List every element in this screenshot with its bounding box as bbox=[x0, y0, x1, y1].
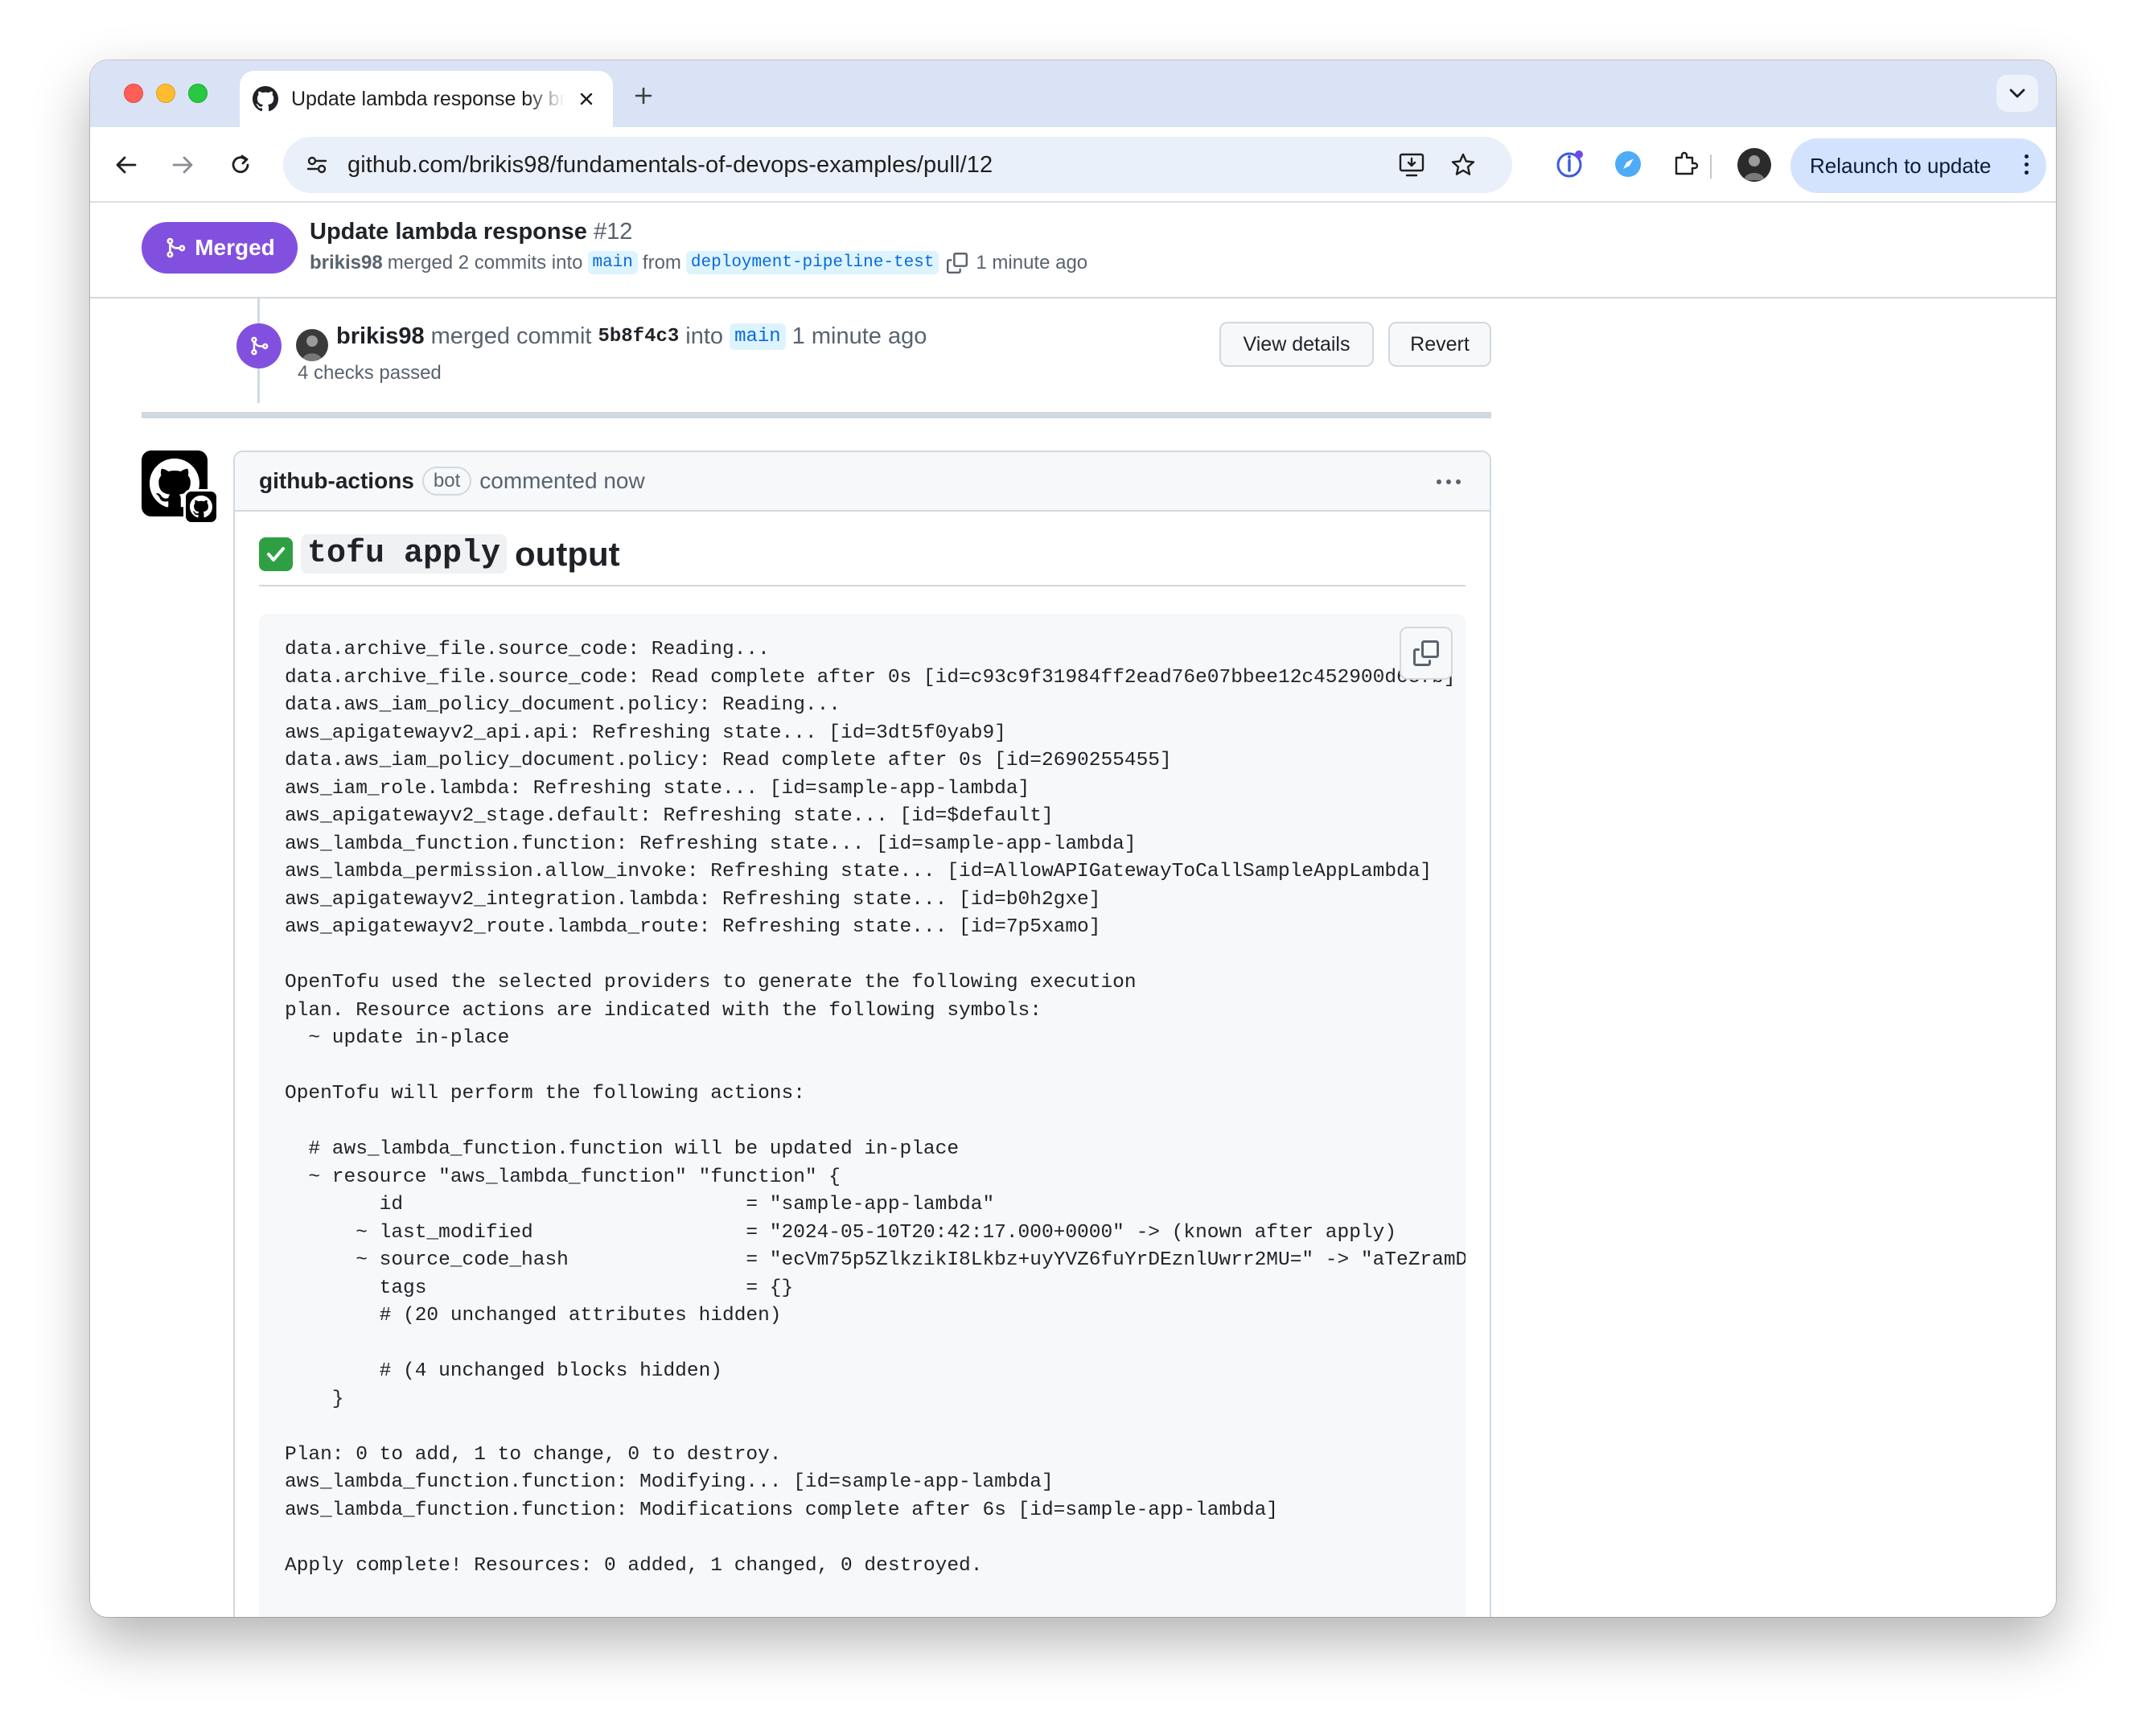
close-window-button[interactable] bbox=[124, 84, 143, 103]
heading-command: tofu apply bbox=[301, 534, 508, 574]
extension-info-icon[interactable] bbox=[1552, 146, 1588, 182]
merge-event-text: brikis98 merged commit 5b8f4c3 into main… bbox=[336, 323, 927, 350]
pr-author-link[interactable]: brikis98 bbox=[310, 252, 383, 274]
extensions-puzzle-icon[interactable] bbox=[1668, 146, 1704, 182]
pr-title: Update lambda response #12 bbox=[310, 219, 632, 245]
menu-kebab-icon[interactable] bbox=[2025, 154, 2029, 175]
tab-close-icon[interactable] bbox=[573, 85, 600, 113]
comment-time[interactable]: commented now bbox=[479, 468, 644, 494]
tab-title: Update lambda response by brikis98 bbox=[291, 87, 565, 110]
pr-number: #12 bbox=[593, 219, 633, 245]
forward-arrow-icon[interactable] bbox=[162, 145, 203, 185]
heading-suffix: output bbox=[515, 534, 620, 573]
browser-window: Update lambda response by brikis98 githu… bbox=[90, 60, 2056, 1617]
pr-sticky-header: Merged Update lambda response #12 brikis… bbox=[90, 203, 2056, 298]
bot-comment: github-actions bot commented now tofu ap… bbox=[233, 450, 1491, 1617]
tofu-output-text: data.archive_file.source_code: Reading..… bbox=[285, 639, 1466, 1577]
merged-status-badge: Merged bbox=[142, 222, 298, 274]
merge-event-icon bbox=[236, 323, 282, 368]
bookmark-star-icon[interactable] bbox=[1446, 148, 1480, 182]
pr-time: 1 minute ago bbox=[976, 251, 1088, 274]
tab-search-chevron-icon[interactable] bbox=[1996, 75, 2038, 112]
browser-tab[interactable]: Update lambda response by brikis98 bbox=[240, 71, 613, 127]
bot-label-badge: bot bbox=[421, 467, 472, 496]
into-text: into bbox=[685, 323, 724, 349]
comment-author[interactable]: github-actions bbox=[259, 468, 414, 494]
copy-branch-icon[interactable] bbox=[947, 252, 968, 274]
comment-options-icon[interactable] bbox=[1437, 479, 1461, 484]
extension-compass-icon[interactable] bbox=[1610, 146, 1646, 182]
relaunch-label: Relaunch to update bbox=[1810, 153, 1992, 178]
title-bar: Update lambda response by brikis98 bbox=[90, 60, 2056, 127]
check-mark-icon bbox=[259, 537, 293, 571]
github-pr-page: Merged Update lambda response #12 brikis… bbox=[90, 203, 2056, 1617]
timeline-divider bbox=[142, 412, 1491, 418]
toolbar-separator bbox=[1710, 154, 1712, 179]
profile-avatar[interactable] bbox=[1737, 148, 1771, 182]
base-branch[interactable]: main bbox=[587, 251, 638, 274]
view-details-button[interactable]: View details bbox=[1219, 322, 1374, 367]
merge-target-branch[interactable]: main bbox=[730, 323, 786, 350]
github-icon bbox=[253, 86, 278, 112]
merged-commit-text: merged commit bbox=[430, 323, 592, 349]
merger-avatar[interactable] bbox=[296, 329, 328, 361]
address-bar[interactable]: github.com/brikis98/fundamentals-of-devo… bbox=[283, 137, 1512, 193]
bot-badge-icon bbox=[183, 489, 219, 525]
relaunch-button[interactable]: Relaunch to update bbox=[1790, 138, 2046, 193]
merge-time: 1 minute ago bbox=[791, 323, 927, 349]
reload-icon[interactable] bbox=[220, 145, 261, 185]
commit-sha-link[interactable]: 5b8f4c3 bbox=[598, 326, 679, 348]
pr-merged-text: merged 2 commits into bbox=[387, 251, 583, 274]
comment-body: tofu apply output data.archive_file.sour… bbox=[235, 512, 1490, 1617]
site-settings-icon[interactable] bbox=[301, 149, 333, 181]
merge-icon bbox=[166, 237, 186, 258]
comment-heading: tofu apply output bbox=[259, 534, 1466, 586]
head-branch[interactable]: deployment-pipeline-test bbox=[685, 251, 939, 274]
copy-icon bbox=[1413, 640, 1439, 666]
minimize-window-button[interactable] bbox=[156, 84, 175, 103]
back-arrow-icon[interactable] bbox=[106, 145, 146, 185]
revert-button[interactable]: Revert bbox=[1388, 322, 1491, 367]
tofu-output-codeblock: data.archive_file.source_code: Reading..… bbox=[259, 614, 1466, 1617]
browser-toolbar: github.com/brikis98/fundamentals-of-devo… bbox=[90, 127, 2056, 203]
pr-title-text: Update lambda response bbox=[310, 219, 587, 245]
url-text: github.com/brikis98/fundamentals-of-devo… bbox=[347, 151, 993, 178]
merger-username[interactable]: brikis98 bbox=[336, 323, 425, 350]
copy-code-button[interactable] bbox=[1400, 627, 1453, 680]
checks-status: 4 checks passed bbox=[298, 362, 442, 384]
maximize-window-button[interactable] bbox=[188, 84, 208, 103]
comment-header: github-actions bot commented now bbox=[235, 452, 1490, 512]
install-app-icon[interactable] bbox=[1395, 148, 1429, 182]
merged-status-label: Merged bbox=[195, 235, 275, 260]
pr-meta: brikis98 merged 2 commits into main from… bbox=[310, 251, 1087, 274]
pr-from-text: from bbox=[642, 251, 681, 274]
new-tab-icon[interactable] bbox=[626, 78, 661, 113]
